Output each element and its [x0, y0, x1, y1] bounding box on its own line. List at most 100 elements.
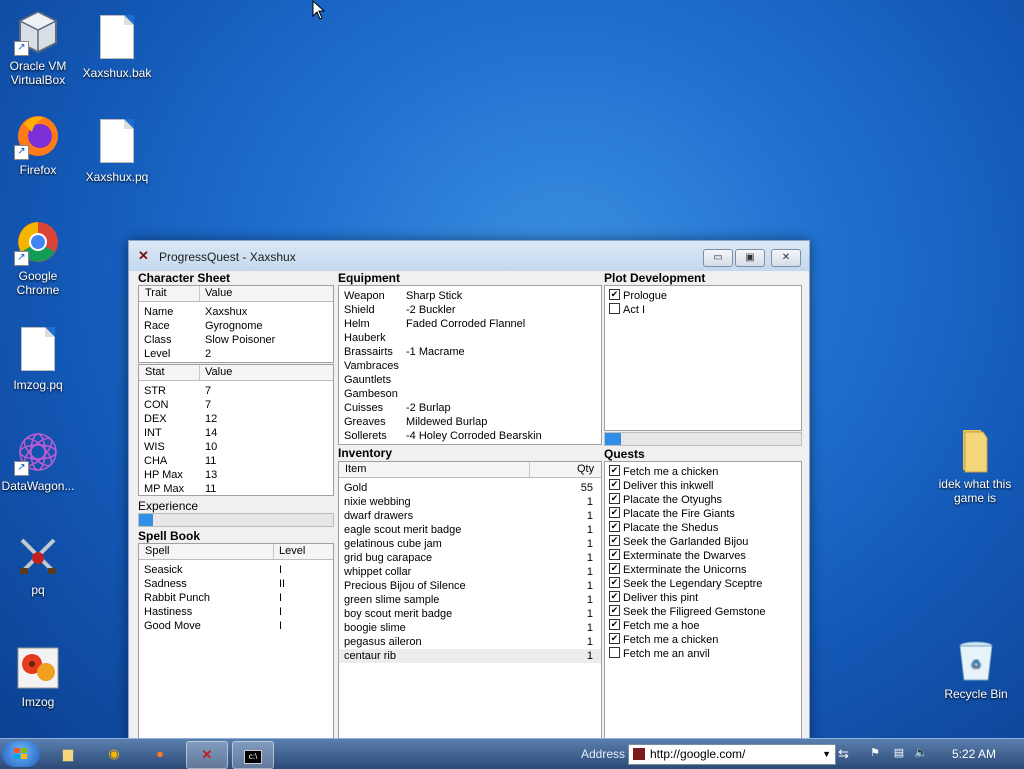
taskbar-progressquest[interactable]: ✕: [186, 741, 228, 769]
desktop-icon-imzog-pq[interactable]: Imzog.pq: [0, 324, 76, 392]
quest-item[interactable]: ✔ Exterminate the Dwarves: [605, 549, 801, 563]
trait-row[interactable]: Class Slow Poisoner: [139, 333, 333, 347]
inventory-row[interactable]: Precious Bijou of Silence 1: [339, 579, 601, 593]
unchecked-checkbox-icon[interactable]: [609, 647, 620, 658]
inventory-row[interactable]: centaur rib 1: [339, 649, 601, 663]
progressquest-window[interactable]: ✕ ProgressQuest - Xaxshux ▭ ▣ ✕ Characte…: [128, 240, 810, 743]
plot-item[interactable]: Act I: [605, 303, 801, 317]
equipment-row[interactable]: Shield -2 Buckler: [339, 303, 601, 317]
desktop-icon-datawagon[interactable]: ↗ DataWagon...: [0, 428, 76, 493]
inventory-row[interactable]: green slime sample 1: [339, 593, 601, 607]
taskbar-cmd[interactable]: c:\: [232, 741, 274, 769]
stat-row[interactable]: HP Max 13: [139, 468, 333, 482]
quest-item[interactable]: Fetch me an anvil: [605, 647, 801, 661]
go-icon[interactable]: ⇆: [838, 746, 849, 762]
inventory-row[interactable]: boy scout merit badge 1: [339, 607, 601, 621]
taskbar-explorer[interactable]: ▆: [48, 741, 88, 767]
checked-checkbox-icon[interactable]: ✔: [609, 479, 620, 490]
checked-checkbox-icon[interactable]: ✔: [609, 465, 620, 476]
inventory-row[interactable]: dwarf drawers 1: [339, 509, 601, 523]
quest-item[interactable]: ✔ Exterminate the Unicorns: [605, 563, 801, 577]
inventory-grid[interactable]: Item Qty Gold 55 nixie webbing 1 dwarf drawe…: [338, 461, 602, 743]
quest-item[interactable]: ✔ Fetch me a hoe: [605, 619, 801, 633]
quests-list[interactable]: ✔ Fetch me a chicken ✔ Deliver this inkwell…: [604, 461, 802, 743]
address-dropdown-icon[interactable]: ▼: [822, 745, 831, 764]
trait-row[interactable]: Level 2: [139, 347, 333, 361]
checked-checkbox-icon[interactable]: ✔: [609, 633, 620, 644]
quest-item[interactable]: ✔ Deliver this pint: [605, 591, 801, 605]
taskbar-chrome[interactable]: ◉: [94, 741, 134, 767]
equipment-row[interactable]: Brassairts -1 Macrame: [339, 345, 601, 359]
window-titlebar[interactable]: ✕ ProgressQuest - Xaxshux ▭ ▣ ✕: [129, 241, 809, 271]
desktop-icon-folder[interactable]: idek what this game is: [934, 426, 1016, 505]
quest-item[interactable]: ✔ Placate the Shedus: [605, 521, 801, 535]
plot-list[interactable]: ✔ Prologue Act I: [604, 285, 802, 431]
address-input[interactable]: http://google.com/ ▼: [628, 744, 836, 765]
desktop-icon-pq[interactable]: pq: [0, 532, 76, 597]
checked-checkbox-icon[interactable]: ✔: [609, 507, 620, 518]
spell-row[interactable]: Hastiness I: [139, 605, 333, 619]
stat-row[interactable]: WIS 10: [139, 440, 333, 454]
checked-checkbox-icon[interactable]: ✔: [609, 619, 620, 630]
desktop-icon-imzog[interactable]: Imzog: [0, 644, 76, 709]
quest-item[interactable]: ✔ Seek the Filigreed Gemstone: [605, 605, 801, 619]
inventory-row[interactable]: nixie webbing 1: [339, 495, 601, 509]
stat-row[interactable]: STR 7: [139, 384, 333, 398]
stats-grid[interactable]: Stat Value STR 7 CON 7 DEX 12 INT 14 WIS 10 CHA 11 H…: [138, 364, 334, 496]
taskbar-firefox[interactable]: ●: [140, 741, 180, 767]
checked-checkbox-icon[interactable]: ✔: [609, 605, 620, 616]
clock[interactable]: 5:22 AM: [952, 747, 996, 761]
equipment-row[interactable]: Weapon Sharp Stick: [339, 289, 601, 303]
stat-row[interactable]: INT 14: [139, 426, 333, 440]
quest-item[interactable]: ✔ Seek the Legendary Sceptre: [605, 577, 801, 591]
equipment-row[interactable]: Vambraces: [339, 359, 601, 373]
spell-row[interactable]: Rabbit Punch I: [139, 591, 333, 605]
equipment-row[interactable]: Sollerets -4 Holey Corroded Bearskin: [339, 429, 601, 443]
inventory-row[interactable]: pegasus aileron 1: [339, 635, 601, 649]
inventory-row[interactable]: eagle scout merit badge 1: [339, 523, 601, 537]
desktop-icon-virtualbox[interactable]: ↗ Oracle VM VirtualBox: [0, 8, 76, 87]
equipment-grid[interactable]: Weapon Sharp Stick Shield -2 Buckler Helm Fad…: [338, 285, 602, 445]
inventory-row[interactable]: whippet collar 1: [339, 565, 601, 579]
stat-row[interactable]: MP Max 11: [139, 482, 333, 495]
spell-row[interactable]: Seasick I: [139, 563, 333, 577]
traits-grid[interactable]: Trait Value Name Xaxshux Race Gyrognome Clas…: [138, 285, 334, 363]
checked-checkbox-icon[interactable]: ✔: [609, 521, 620, 532]
equipment-row[interactable]: Hauberk: [339, 331, 601, 345]
network-icon[interactable]: ▤: [892, 746, 906, 760]
inventory-row[interactable]: boogie slime 1: [339, 621, 601, 635]
close-button[interactable]: ✕: [771, 249, 801, 267]
quest-item[interactable]: ✔ Placate the Otyughs: [605, 493, 801, 507]
desktop-icon-recycle-bin[interactable]: ♻ Recycle Bin: [936, 636, 1016, 701]
inventory-row[interactable]: grid bug carapace 1: [339, 551, 601, 565]
equipment-row[interactable]: Helm Faded Corroded Flannel: [339, 317, 601, 331]
volume-icon[interactable]: 🔈: [914, 746, 928, 760]
checked-checkbox-icon[interactable]: ✔: [609, 577, 620, 588]
trait-row[interactable]: Race Gyrognome: [139, 319, 333, 333]
checked-checkbox-icon[interactable]: ✔: [609, 549, 620, 560]
quest-item[interactable]: ✔ Placate the Fire Giants: [605, 507, 801, 521]
inventory-row[interactable]: Gold 55: [339, 481, 601, 495]
quest-item[interactable]: ✔ Fetch me a chicken: [605, 633, 801, 647]
quest-item[interactable]: ✔ Fetch me a chicken: [605, 465, 801, 479]
action-center-icon[interactable]: ⚑: [868, 746, 882, 760]
spell-row[interactable]: Good Move I: [139, 619, 333, 633]
quest-item[interactable]: ✔ Deliver this inkwell: [605, 479, 801, 493]
checked-checkbox-icon[interactable]: ✔: [609, 289, 620, 300]
inventory-row[interactable]: gelatinous cube jam 1: [339, 537, 601, 551]
checked-checkbox-icon[interactable]: ✔: [609, 535, 620, 546]
desktop-icon-firefox[interactable]: ↗ Firefox: [0, 112, 76, 177]
equipment-row[interactable]: Gambeson: [339, 387, 601, 401]
stat-row[interactable]: CHA 11: [139, 454, 333, 468]
equipment-row[interactable]: Gauntlets: [339, 373, 601, 387]
equipment-row[interactable]: Greaves Mildewed Burlap: [339, 415, 601, 429]
desktop-icon-xaxshux-bak[interactable]: Xaxshux.bak: [79, 12, 155, 80]
quest-item[interactable]: ✔ Seek the Garlanded Bijou: [605, 535, 801, 549]
trait-row[interactable]: Name Xaxshux: [139, 305, 333, 319]
checked-checkbox-icon[interactable]: ✔: [609, 563, 620, 574]
maximize-button[interactable]: ▣: [735, 249, 765, 267]
desktop-icon-xaxshux-pq[interactable]: Xaxshux.pq: [79, 116, 155, 184]
start-button[interactable]: [2, 741, 40, 767]
checked-checkbox-icon[interactable]: ✔: [609, 591, 620, 602]
spell-book-grid[interactable]: Spell Level Seasick I Sadness II Rabbit Punc…: [138, 543, 334, 743]
